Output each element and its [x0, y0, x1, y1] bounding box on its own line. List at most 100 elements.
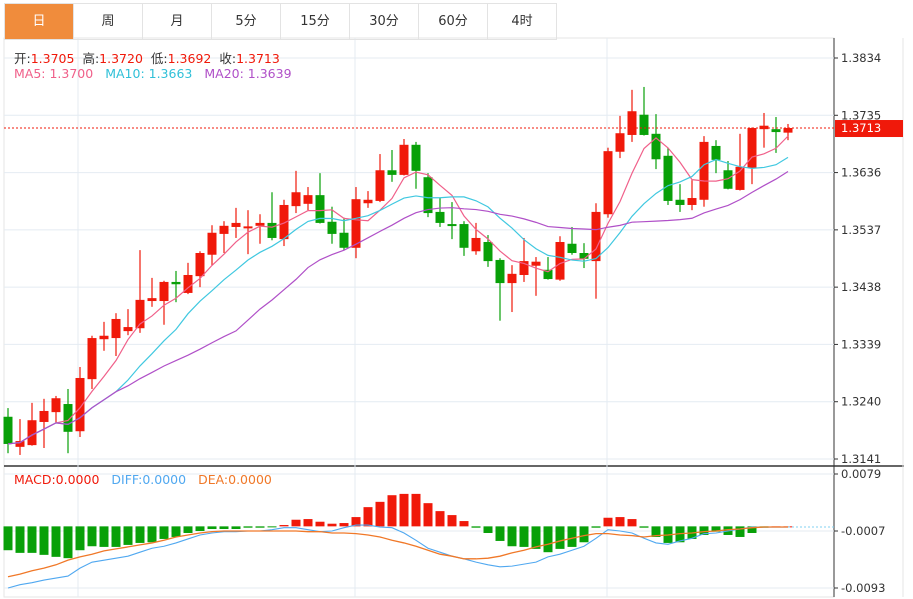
candle-down	[267, 222, 277, 238]
candle-up	[507, 273, 517, 284]
tab-week[interactable]: 周	[74, 4, 143, 39]
candle-up	[531, 261, 541, 266]
macd-bar	[375, 501, 385, 527]
price-tick-label: 1.3339	[841, 337, 881, 351]
candle-up	[687, 198, 697, 205]
high-value: 1.3720	[99, 51, 143, 66]
candle-up	[39, 410, 49, 422]
price-tick-label: 1.3438	[841, 280, 881, 294]
candle-down	[639, 114, 649, 135]
candle-up	[51, 398, 61, 413]
last-price-label: 1.3713	[841, 121, 881, 135]
price-tick-label: 1.3240	[841, 395, 881, 409]
macd-value: MACD:0.0000	[14, 472, 100, 487]
macd-tick-label: -0.0007	[841, 524, 885, 538]
candle-up	[759, 125, 769, 130]
macd-tick-label: 0.0079	[841, 467, 881, 481]
candle-down	[483, 242, 493, 262]
candle-down	[3, 416, 13, 444]
candle-up	[399, 144, 409, 175]
macd-bar	[207, 526, 217, 530]
macd-bar	[159, 526, 169, 539]
macd-bar	[615, 517, 625, 527]
macd-bar	[99, 526, 109, 547]
tab-5min[interactable]: 5分	[212, 4, 281, 39]
macd-bar	[327, 523, 337, 527]
ma10-value: MA10: 1.3663	[105, 66, 193, 81]
macd-bar	[195, 526, 205, 531]
candle-up	[471, 237, 481, 252]
candle-down	[711, 145, 721, 160]
candle-down	[567, 243, 577, 254]
kline-chart[interactable]: 1.38341.37351.36361.35371.34381.33391.32…	[0, 0, 913, 599]
macd-bar	[483, 526, 493, 533]
price-tick-label: 1.3636	[841, 166, 881, 180]
candle-up	[255, 222, 265, 226]
candle-up	[363, 199, 373, 204]
macd-bar	[363, 507, 373, 527]
price-tick-label: 1.3537	[841, 223, 881, 237]
candle-up	[159, 281, 169, 302]
macd-bar	[279, 525, 289, 527]
candle-down	[447, 224, 457, 227]
macd-tick-label: -0.0093	[841, 581, 885, 595]
macd-bar	[243, 526, 253, 528]
candle-up	[231, 222, 241, 227]
macd-bar	[627, 519, 637, 527]
dea-value: DEA:0.0000	[198, 472, 272, 487]
macd-bar	[135, 526, 145, 543]
tab-day[interactable]: 日	[5, 4, 74, 39]
macd-bar	[423, 503, 433, 527]
macd-bar	[591, 526, 601, 528]
candle-down	[411, 144, 421, 171]
price-tick-label: 1.3834	[841, 51, 881, 65]
candle-up	[747, 128, 757, 168]
macd-bar	[39, 526, 49, 555]
macd-bar	[495, 526, 505, 541]
diff-value: DIFF:0.0000	[111, 472, 187, 487]
candle-up	[603, 151, 613, 215]
candle-down	[495, 259, 505, 284]
candle-up	[207, 232, 217, 255]
macd-bar	[435, 511, 445, 527]
candle-down	[675, 199, 685, 205]
tab-30min[interactable]: 30分	[350, 4, 419, 39]
tab-15min[interactable]: 15分	[281, 4, 350, 39]
macd-bar	[147, 526, 157, 543]
macd-bar	[15, 526, 25, 553]
candle-down	[327, 221, 337, 234]
tab-4hour[interactable]: 4时	[488, 4, 557, 39]
candle-down	[663, 155, 673, 201]
low-value: 1.3692	[167, 51, 212, 66]
macd-bar	[63, 526, 73, 559]
macd-bar	[531, 526, 541, 549]
candle-up	[699, 141, 709, 200]
macd-bar	[3, 526, 13, 551]
candle-up	[147, 298, 157, 302]
macd-bar	[567, 526, 577, 547]
macd-bar	[555, 526, 565, 549]
macd-bar	[111, 526, 121, 547]
price-tick-label: 1.3141	[841, 452, 881, 466]
candle-up	[615, 133, 625, 152]
candle-down	[387, 170, 397, 175]
tab-month[interactable]: 月	[143, 4, 212, 39]
ohlc-legend: 开:1.3705 高:1.3720 低:1.3692 收:1.3713	[14, 48, 284, 67]
candle-up	[243, 226, 253, 229]
macd-bar	[123, 526, 133, 545]
candle-down	[771, 129, 781, 133]
macd-bar	[471, 526, 481, 528]
tab-60min[interactable]: 60分	[419, 4, 488, 39]
macd-bar	[519, 526, 529, 547]
macd-bar	[183, 526, 193, 533]
candle-up	[303, 195, 313, 204]
candle-up	[783, 128, 793, 133]
candle-up	[555, 242, 565, 280]
macd-bar	[315, 521, 325, 527]
high-label: 高:	[82, 51, 100, 66]
macd-bar	[291, 519, 301, 527]
candle-up	[351, 199, 361, 248]
candle-up	[591, 211, 601, 262]
macd-bar	[411, 493, 421, 527]
ma20-value: MA20: 1.3639	[204, 66, 292, 81]
